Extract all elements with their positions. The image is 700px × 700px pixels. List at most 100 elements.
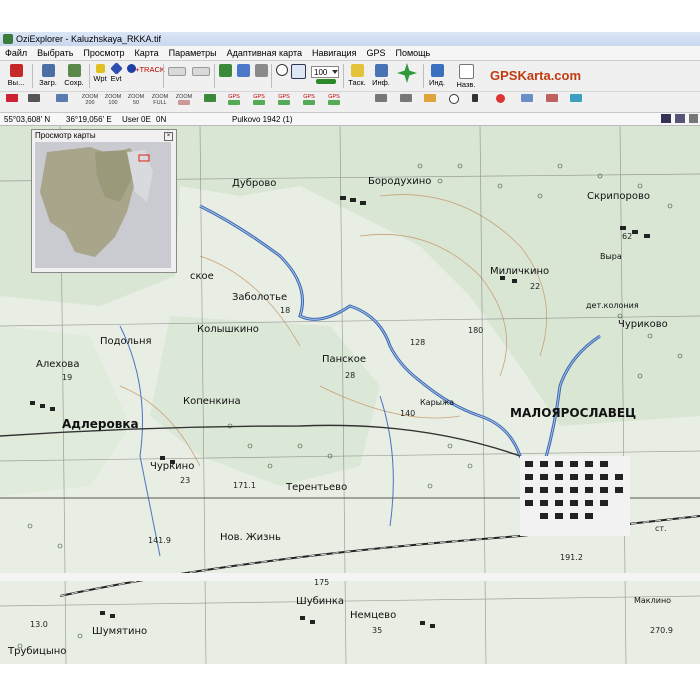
map-label-130: 13.0 bbox=[30, 620, 48, 629]
toolbar2-button-18[interactable] bbox=[472, 94, 478, 102]
map-overview-panel[interactable]: Просмотр карты × bbox=[31, 129, 177, 273]
track-tool-2-button[interactable] bbox=[190, 61, 212, 76]
event-button[interactable]: Evt bbox=[108, 61, 124, 83]
exit-button[interactable]: Вы... bbox=[3, 61, 29, 87]
info-button[interactable]: Инф. bbox=[370, 61, 392, 87]
map-label-175: 175 bbox=[314, 578, 330, 587]
toolbar2-button-17[interactable] bbox=[449, 94, 459, 104]
gps-button-5[interactable]: GPS bbox=[328, 94, 340, 105]
select-area-button[interactable] bbox=[291, 61, 306, 79]
target-icon bbox=[449, 94, 459, 104]
zoom-100-button[interactable]: ZOOM 100 bbox=[105, 94, 122, 106]
map-label-140: 140 bbox=[400, 409, 416, 418]
select-area-icon bbox=[291, 64, 306, 79]
gps-map-icon bbox=[204, 94, 216, 102]
map-label-128: 128 bbox=[410, 338, 426, 347]
gps-button-1[interactable]: GPS bbox=[228, 94, 240, 105]
map-label-191: 191.2 bbox=[560, 553, 583, 562]
toolbar2-button-3[interactable] bbox=[56, 94, 68, 102]
toolbar2-button-8[interactable] bbox=[204, 94, 216, 102]
map-label-shumyatino: Шумятино bbox=[92, 626, 148, 637]
task-button[interactable]: Таск. bbox=[346, 61, 368, 87]
track-button[interactable]: +TRACK bbox=[135, 61, 165, 74]
map-label-koloshkino: Колышкино bbox=[197, 324, 259, 335]
info-icon bbox=[374, 64, 388, 77]
save-small-icon[interactable] bbox=[661, 114, 671, 123]
menu-gps[interactable]: GPS bbox=[361, 48, 390, 58]
user-grid-label: User bbox=[122, 114, 139, 124]
map-label-churikovo: Чуриково bbox=[618, 319, 668, 330]
pan-arrows-icon bbox=[397, 63, 417, 83]
signal-icon bbox=[570, 94, 582, 102]
waypoint-icon bbox=[95, 64, 105, 73]
toolbar2-button-2[interactable] bbox=[28, 94, 40, 102]
menu-select[interactable]: Выбрать bbox=[32, 48, 78, 58]
map-label-panskoe: Панское bbox=[322, 354, 366, 365]
menu-help[interactable]: Помощь bbox=[390, 48, 435, 58]
map-label-trubitsyno: Трубицыно bbox=[8, 646, 67, 657]
zoom-arrows-icon bbox=[316, 79, 336, 84]
zoom-tool-button[interactable] bbox=[274, 61, 289, 76]
map-tool-2-button[interactable] bbox=[235, 61, 251, 77]
overview-map-thumbnail[interactable] bbox=[35, 142, 171, 268]
toolbar2-button-19[interactable] bbox=[496, 94, 505, 103]
names-button[interactable]: Назв. bbox=[453, 61, 479, 89]
gps-button-3[interactable]: GPS bbox=[278, 94, 290, 105]
toolbar2-button-14[interactable] bbox=[375, 94, 387, 102]
chevron-down-icon[interactable] bbox=[332, 70, 338, 74]
track-tool-1-button[interactable] bbox=[166, 61, 188, 76]
zoom-arrows-button[interactable] bbox=[314, 79, 338, 84]
map-grid-icon bbox=[236, 64, 250, 77]
gps-button-2[interactable]: GPS bbox=[253, 94, 265, 105]
map-label-nemtsevo: Немцево bbox=[350, 610, 397, 621]
indicator-button[interactable]: Инд. bbox=[426, 61, 448, 87]
map-label-18: 18 bbox=[280, 306, 291, 315]
toolbar2-button-1[interactable] bbox=[6, 94, 18, 102]
map-tool-3-button[interactable] bbox=[253, 61, 269, 77]
stop-icon bbox=[496, 94, 505, 103]
map-label-141: 141.9 bbox=[148, 536, 171, 545]
map-label-shubinka: Шубинка bbox=[296, 596, 344, 607]
close-icon[interactable]: × bbox=[164, 132, 173, 141]
menu-file[interactable]: Файл bbox=[0, 48, 32, 58]
toolbar2-button-15[interactable] bbox=[400, 94, 412, 102]
toolbar2-button-21[interactable] bbox=[546, 94, 558, 102]
menu-adaptive-map[interactable]: Адаптивная карта bbox=[222, 48, 307, 58]
map-label-22: 22 bbox=[530, 282, 541, 291]
window-small-icon[interactable] bbox=[689, 114, 698, 123]
main-toolbar: Вы... Загр. Сохр. Wpt Evt +TRACK 100 Тас… bbox=[0, 61, 700, 92]
menu-map[interactable]: Карта bbox=[130, 48, 164, 58]
map-layers-icon bbox=[254, 64, 268, 77]
app-window: OziExplorer - Kaluzhskaya_RKKA.tif Файл … bbox=[0, 32, 700, 664]
map-tool-1-button[interactable] bbox=[217, 61, 233, 77]
map-canvas[interactable]: Дуброво Бородухино Скрипорово 62 Милички… bbox=[0, 126, 700, 664]
map-label-270: 270.9 bbox=[650, 626, 673, 635]
toolbar2-button-16[interactable] bbox=[424, 94, 436, 102]
map-label-karyzha: Карыжа bbox=[420, 398, 455, 407]
toolbar2-button-20[interactable] bbox=[521, 94, 533, 102]
exit-icon bbox=[9, 64, 23, 77]
map-label-62: 62 bbox=[622, 232, 633, 241]
menu-settings[interactable]: Параметры bbox=[164, 48, 222, 58]
map-label-zabolotye: Заболотье bbox=[232, 292, 288, 303]
gps-button-4[interactable]: GPS bbox=[303, 94, 315, 105]
load-button[interactable]: Загр. bbox=[36, 61, 60, 87]
waypoint-button[interactable]: Wpt bbox=[92, 61, 108, 83]
pan-button[interactable] bbox=[393, 61, 421, 83]
map-label-23: 23 bbox=[180, 476, 191, 485]
open-folder-icon bbox=[41, 64, 55, 77]
zoom-extra-button[interactable]: ZOOM bbox=[176, 94, 192, 105]
save-icon bbox=[67, 64, 81, 77]
toolbar2-button-22[interactable] bbox=[570, 94, 582, 102]
map-label-maklino: Маклино bbox=[634, 596, 672, 605]
menu-view[interactable]: Просмотр bbox=[78, 48, 129, 58]
gps-5-icon bbox=[328, 100, 340, 105]
zoom-200-button[interactable]: ZOOM 200 bbox=[82, 94, 99, 106]
zoom-full-button[interactable]: ZOOM FULL bbox=[151, 94, 169, 106]
zoom-50-button[interactable]: ZOOM 50 bbox=[128, 94, 145, 106]
brand-logo: GPSKarta.com bbox=[490, 68, 582, 83]
menu-navigation[interactable]: Навигация bbox=[307, 48, 361, 58]
app-icon bbox=[3, 34, 13, 44]
save-button[interactable]: Сохр. bbox=[62, 61, 86, 87]
map-small-icon[interactable] bbox=[675, 114, 685, 123]
